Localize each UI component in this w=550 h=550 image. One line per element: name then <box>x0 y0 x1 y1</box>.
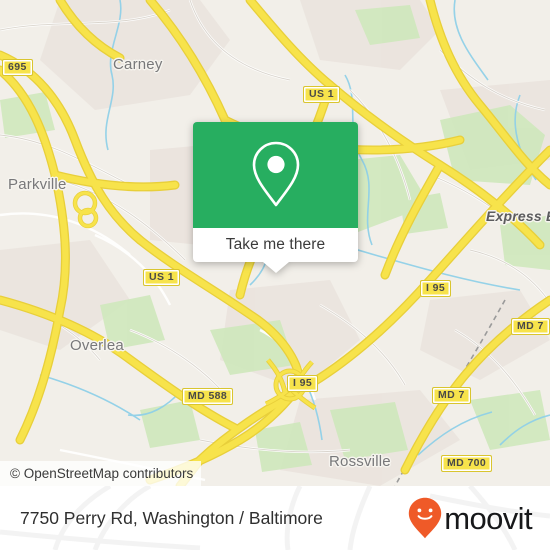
shield-i-95-east: I 95 <box>420 280 452 297</box>
map-screenshot-root: Carney Parkville Overlea Rossville Expre… <box>0 0 550 550</box>
footer-address-text: 7750 Perry Rd, Washington / Baltimore <box>20 508 323 528</box>
location-pin-icon <box>252 141 299 207</box>
footer-bar: 7750 Perry Rd, Washington / Baltimore mo… <box>0 486 550 550</box>
moovit-wordmark: moovit <box>444 500 532 536</box>
shield-md-7-east: MD 7 <box>511 318 550 335</box>
shield-695: 695 <box>2 59 33 76</box>
popup-pointer-tail <box>262 262 289 273</box>
shield-md-7-south: MD 7 <box>432 387 471 404</box>
map-canvas[interactable]: Carney Parkville Overlea Rossville Expre… <box>0 0 550 486</box>
shield-md-700: MD 700 <box>441 455 493 472</box>
shield-md-588: MD 588 <box>182 388 234 405</box>
shield-us-1-west: US 1 <box>143 269 180 286</box>
moovit-brand[interactable]: moovit <box>408 497 533 539</box>
moovit-smiley-pin-icon <box>409 497 442 539</box>
popup-action-bar[interactable]: Take me there <box>193 228 358 262</box>
shield-us-1-north: US 1 <box>303 86 340 103</box>
popup-header <box>193 122 358 228</box>
openstreetmap-attribution[interactable]: © OpenStreetMap contributors <box>0 461 202 486</box>
location-popup-card[interactable]: Take me there <box>193 122 358 273</box>
shield-i-95-south: I 95 <box>287 375 319 392</box>
take-me-there-label: Take me there <box>225 236 326 253</box>
